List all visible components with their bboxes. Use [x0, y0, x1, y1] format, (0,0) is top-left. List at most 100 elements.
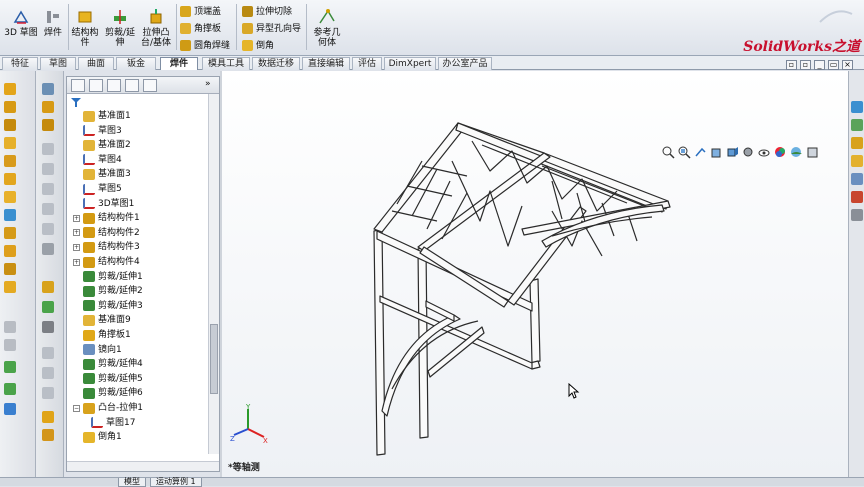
tool-icon[interactable] — [4, 339, 16, 351]
tree-node[interactable]: 草图3 — [83, 124, 122, 138]
section-view-icon[interactable] — [710, 146, 723, 159]
tree-node[interactable]: 剪裁/延伸4 — [83, 357, 143, 371]
tool-icon[interactable] — [4, 383, 16, 395]
tool-icon[interactable] — [4, 281, 16, 293]
tree-node[interactable]: 草图17 — [91, 416, 135, 430]
tree-node[interactable]: 草图5 — [83, 182, 122, 196]
filter-icon[interactable] — [71, 98, 81, 107]
zoom-to-fit-icon[interactable] — [662, 146, 675, 159]
tree-vertical-scrollbar[interactable] — [208, 94, 219, 454]
tree-node[interactable]: 3D草图1 — [83, 197, 134, 211]
gusset-button[interactable]: 角撑板 — [180, 22, 221, 35]
tab-mold-tools[interactable]: 模具工具 — [202, 57, 250, 70]
tree-horizontal-scrollbar[interactable] — [67, 461, 219, 471]
tool-icon[interactable] — [4, 403, 16, 415]
tree-node[interactable]: 剪裁/延伸6 — [83, 386, 143, 400]
tab-weldments[interactable]: 焊件 — [160, 57, 198, 70]
tool-icon[interactable] — [42, 101, 54, 113]
appearances-icon[interactable] — [851, 173, 863, 185]
canopy-frame-model[interactable] — [222, 71, 848, 477]
expand-toggle-icon[interactable]: − — [73, 404, 80, 412]
tool-icon[interactable] — [42, 163, 54, 175]
tool-icon[interactable] — [42, 183, 54, 195]
tool-icon[interactable] — [42, 281, 54, 293]
tool-icon[interactable] — [42, 321, 54, 333]
window-cascade-button[interactable]: ▫ — [800, 60, 811, 70]
feature-tree-tab-icon[interactable] — [71, 79, 85, 92]
tool-icon[interactable] — [42, 223, 54, 235]
tree-node[interactable]: 草图4 — [83, 153, 122, 167]
view-orientation-icon[interactable] — [726, 146, 739, 159]
tab-sheetmetal[interactable]: 钣金 — [116, 57, 156, 70]
window-minimize-button[interactable]: _ — [814, 60, 825, 70]
tool-icon[interactable] — [4, 137, 16, 149]
scene-icon[interactable] — [790, 146, 803, 159]
tree-node[interactable]: 剪裁/延伸5 — [83, 372, 143, 386]
tool-icon[interactable] — [4, 245, 16, 257]
tool-icon[interactable] — [4, 227, 16, 239]
tool-icon[interactable] — [4, 361, 16, 373]
tab-dimxpert[interactable]: DimXpert — [384, 57, 436, 70]
forum-icon[interactable] — [851, 209, 863, 221]
tool-icon[interactable] — [42, 411, 54, 423]
tab-data-migration[interactable]: 数据迁移 — [252, 57, 300, 70]
tree-node[interactable]: 基准面3 — [83, 167, 131, 181]
tool-icon[interactable] — [42, 301, 54, 313]
tree-node[interactable]: + 结构构件1 — [73, 211, 140, 225]
tool-icon[interactable] — [42, 83, 54, 95]
fillet-bead-button[interactable]: 圆角焊缝 — [180, 39, 230, 52]
configuration-tab-icon[interactable] — [107, 79, 121, 92]
tree-node[interactable]: + 结构构件3 — [73, 240, 140, 254]
dimxpert-tab-icon[interactable] — [125, 79, 139, 92]
tree-node[interactable]: 剪裁/延伸2 — [83, 284, 143, 298]
extrude-boss-button[interactable]: 拉伸凸台/基体 — [138, 8, 174, 48]
tab-evaluate[interactable]: 评估 — [352, 57, 382, 70]
window-tile-button[interactable]: ▫ — [786, 60, 797, 70]
previous-view-icon[interactable] — [694, 146, 707, 159]
expand-toggle-icon[interactable]: + — [73, 243, 80, 251]
file-explorer-icon[interactable] — [851, 137, 863, 149]
tree-node[interactable]: 基准面9 — [83, 313, 131, 327]
expand-panel-icon[interactable]: » — [205, 79, 211, 89]
end-cap-button[interactable]: 顶端盖 — [180, 5, 221, 18]
tool-icon[interactable] — [4, 191, 16, 203]
tool-icon[interactable] — [42, 119, 54, 131]
tree-node[interactable]: + 结构构件4 — [73, 255, 140, 269]
tree-node[interactable]: − 凸台-拉伸1 — [73, 401, 143, 415]
property-manager-tab-icon[interactable] — [89, 79, 103, 92]
display-style-icon[interactable] — [742, 146, 755, 159]
tool-icon[interactable] — [42, 429, 54, 441]
tool-icon[interactable] — [4, 263, 16, 275]
tool-icon[interactable] — [42, 243, 54, 255]
tree-node[interactable]: 剪裁/延伸1 — [83, 270, 143, 284]
tab-sketch[interactable]: 草图 — [40, 57, 76, 70]
tree-node[interactable]: 倒角1 — [83, 430, 122, 444]
chamfer-button[interactable]: 倒角 — [242, 39, 274, 52]
tab-office[interactable]: 办公室产品 — [438, 57, 492, 70]
graphics-viewport[interactable]: Y X Z — [222, 71, 848, 477]
tool-icon[interactable] — [42, 143, 54, 155]
tool-icon[interactable] — [4, 119, 16, 131]
expand-toggle-icon[interactable]: + — [73, 229, 80, 237]
tool-icon[interactable] — [4, 209, 16, 221]
tool-icon[interactable] — [42, 387, 54, 399]
tool-icon[interactable] — [42, 347, 54, 359]
tree-node[interactable]: 角撑板1 — [83, 328, 131, 342]
tool-icon[interactable] — [4, 321, 16, 333]
tab-direct-edit[interactable]: 直接编辑 — [302, 57, 350, 70]
tab-surfaces[interactable]: 曲面 — [78, 57, 114, 70]
tool-icon[interactable] — [42, 203, 54, 215]
custom-properties-icon[interactable] — [851, 191, 863, 203]
view-palette-icon[interactable] — [851, 155, 863, 167]
tree-node[interactable]: 剪裁/延伸3 — [83, 299, 143, 313]
display-manager-tab-icon[interactable] — [143, 79, 157, 92]
zoom-area-icon[interactable] — [678, 146, 691, 159]
structural-member-button[interactable]: 结构构件 — [70, 8, 100, 48]
trim-extend-button[interactable]: 剪裁/延伸 — [104, 8, 136, 48]
tool-icon[interactable] — [4, 173, 16, 185]
expand-toggle-icon[interactable]: + — [73, 214, 80, 222]
sketch3d-button[interactable]: 3D 草图 — [4, 8, 38, 38]
tree-node[interactable]: 镜向1 — [83, 343, 122, 357]
appearance-icon[interactable] — [774, 146, 787, 159]
solidworks-resources-icon[interactable] — [851, 101, 863, 113]
